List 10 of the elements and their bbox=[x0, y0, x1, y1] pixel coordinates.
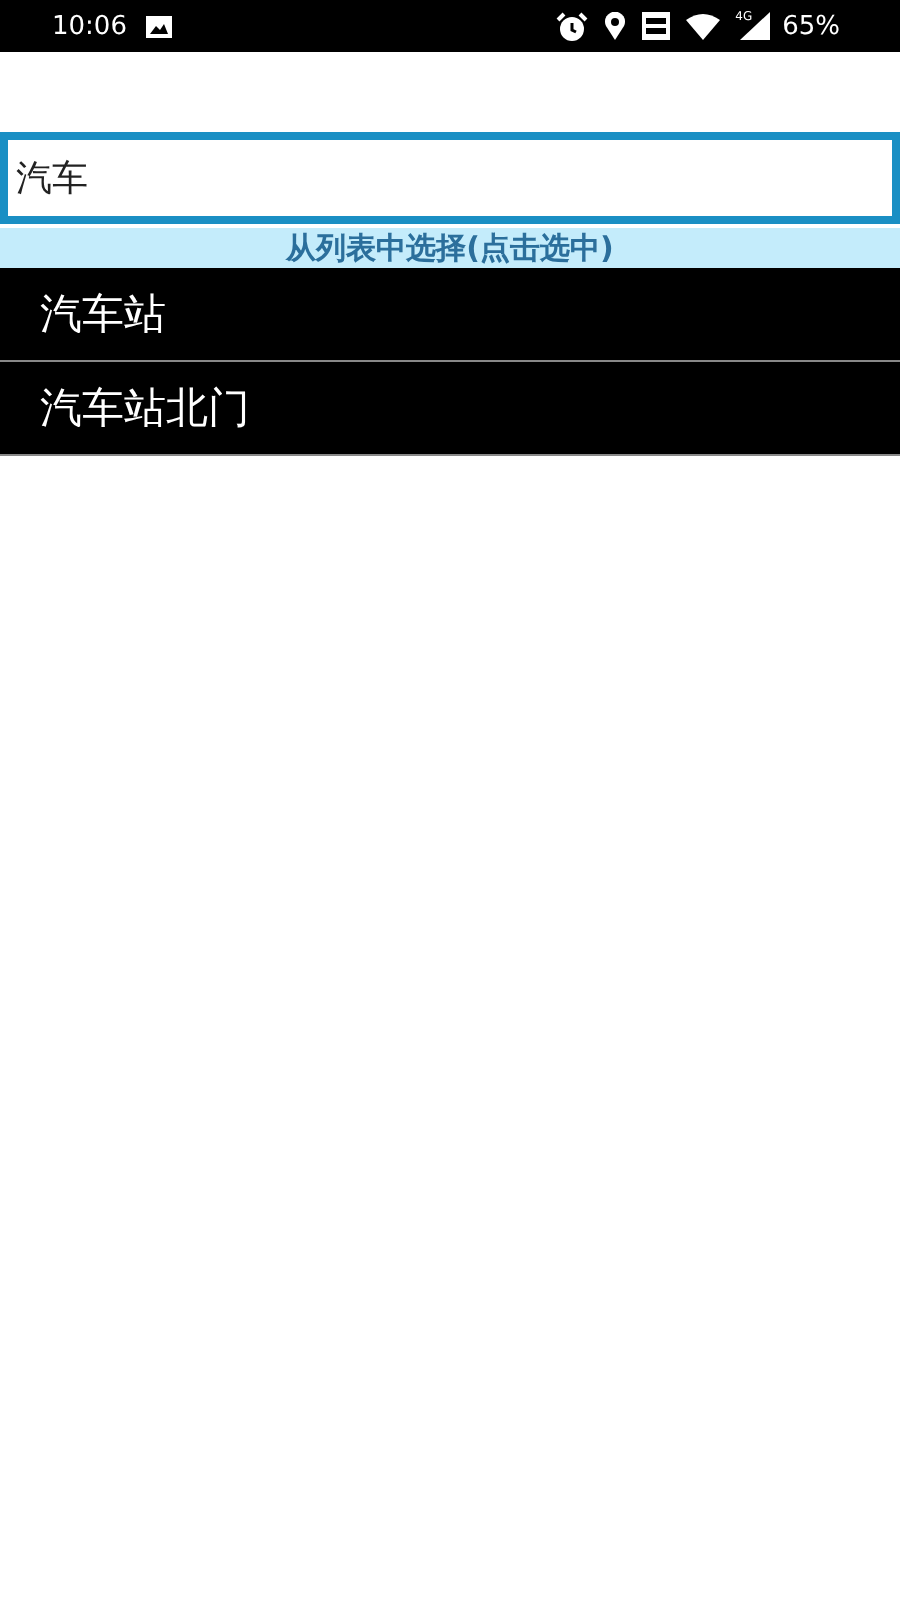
location-icon bbox=[603, 12, 626, 40]
search-field[interactable]: 汽车 bbox=[0, 132, 900, 224]
alarm-icon bbox=[555, 11, 588, 41]
image-icon bbox=[146, 15, 173, 37]
clock: 10:06 bbox=[52, 11, 127, 41]
list-item[interactable]: 汽车站北门 bbox=[0, 362, 900, 456]
battery-level: 65% bbox=[782, 11, 840, 41]
list-hint: 从列表中选择(点击选中) bbox=[0, 228, 900, 268]
list-item[interactable]: 汽车站 bbox=[0, 268, 900, 362]
wifi-icon bbox=[685, 13, 720, 39]
